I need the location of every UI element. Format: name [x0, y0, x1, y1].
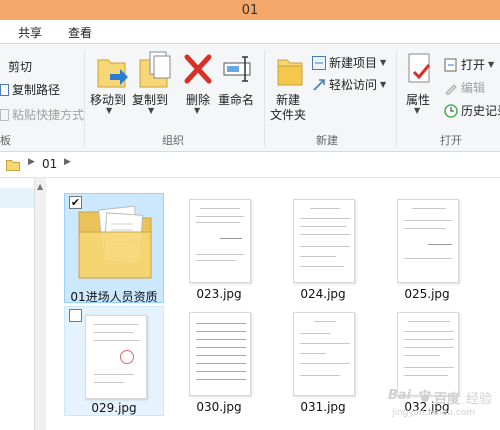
paste-shortcut-label: 粘贴快捷方式 — [12, 108, 85, 122]
properties-dropdown-icon: ▼ — [414, 106, 421, 115]
history-button[interactable]: 历史记录 — [444, 102, 500, 119]
new-group-label: 新建 — [316, 134, 338, 147]
image-thumbnail — [293, 312, 355, 396]
file-name: 024.jpg — [300, 287, 346, 301]
stamp-icon — [120, 350, 134, 364]
file-name: 029.jpg — [91, 401, 137, 415]
new-item-dropdown-icon: ▼ — [380, 58, 387, 67]
file-name: 025.jpg — [404, 287, 450, 301]
edit-button[interactable]: 编辑 — [444, 79, 485, 96]
copy-to-icon — [139, 51, 171, 88]
delete-icon — [184, 54, 212, 84]
file-name: 023.jpg — [196, 287, 242, 301]
ribbon-separator — [84, 50, 85, 146]
item-checkbox[interactable] — [69, 309, 82, 322]
paste-shortcut-button[interactable]: 粘贴快捷方式 — [0, 106, 84, 123]
file-name: 030.jpg — [196, 400, 242, 414]
breadcrumb-item[interactable]: 01 — [42, 157, 57, 171]
rename-icon — [223, 56, 251, 82]
image-item[interactable]: 025.jpg — [377, 193, 477, 303]
open-button[interactable]: 打开 ▼ — [444, 56, 494, 73]
nav-scrollbar[interactable]: ▲ — [34, 178, 46, 430]
title-bar: 01 — [0, 0, 500, 20]
history-icon — [444, 103, 458, 118]
new-folder-icon — [277, 59, 303, 86]
baidu-watermark: Bai 百度 经验 jingyan.baidu.com — [388, 388, 498, 428]
watermark-sub: 经验 — [466, 392, 493, 407]
window-title: 01 — [241, 2, 259, 18]
scroll-up-icon[interactable]: ▲ — [37, 182, 43, 191]
image-thumbnail — [397, 199, 459, 283]
image-item[interactable]: 030.jpg — [169, 306, 269, 416]
open-dropdown-icon: ▼ — [488, 60, 495, 69]
history-label: 历史记录 — [461, 104, 500, 118]
ribbon-tabs: 共享 查看 — [0, 20, 500, 44]
folder-item[interactable]: ✔ 01进场人员资质 — [64, 193, 164, 304]
watermark-url: jingyan.baidu.com — [392, 408, 476, 418]
new-folder-label-2: 文件夹 — [270, 108, 307, 122]
easy-access-dropdown-icon: ▼ — [380, 80, 387, 89]
image-item[interactable]: 023.jpg — [169, 193, 269, 303]
copy-path-icon — [0, 83, 9, 96]
copy-to-dropdown-icon: ▼ — [148, 106, 155, 115]
copy-path-button[interactable]: 复制路径 — [0, 81, 60, 98]
watermark-brand-cn: 百度 — [434, 392, 461, 407]
image-item[interactable]: 024.jpg — [273, 193, 373, 303]
image-thumbnail — [293, 199, 355, 283]
tab-view[interactable]: 查看 — [68, 24, 92, 41]
image-thumbnail — [189, 312, 251, 396]
properties-icon — [408, 53, 431, 83]
open-icon — [444, 58, 457, 71]
new-item-icon — [312, 55, 326, 70]
image-thumbnail — [189, 199, 251, 283]
ribbon-separator — [396, 50, 397, 146]
easy-access-button[interactable]: 轻松访问 ▼ — [312, 76, 386, 93]
image-thumbnail — [397, 312, 459, 396]
easy-access-label: 轻松访问 — [329, 78, 378, 92]
tab-share[interactable]: 共享 — [18, 24, 42, 41]
cut-button[interactable]: 剪切 — [8, 58, 32, 75]
watermark-brand: Bai — [388, 388, 412, 403]
nav-selected-item[interactable] — [0, 188, 34, 208]
copy-path-label: 复制路径 — [12, 83, 61, 97]
folder-icon — [78, 205, 152, 279]
move-to-icon — [97, 59, 128, 88]
open-label: 打开 — [461, 58, 486, 72]
image-item[interactable]: 029.jpg — [64, 306, 164, 416]
breadcrumb-chevron-icon[interactable]: ▶ — [64, 157, 71, 167]
rename-label: 重命名 — [218, 93, 255, 107]
file-name: 01进场人员资质 — [70, 290, 158, 304]
image-item[interactable]: 031.jpg — [273, 306, 373, 416]
paw-icon — [419, 389, 431, 402]
new-item-label: 新建项目 — [329, 56, 378, 70]
new-item-button[interactable]: 新建项目 ▼ — [312, 54, 386, 71]
organize-group-label: 组织 — [162, 134, 184, 147]
paste-shortcut-icon — [0, 108, 9, 121]
address-bar[interactable]: ▶ 01 ▶ — [0, 152, 500, 178]
open-group-label: 打开 — [440, 134, 462, 147]
folder-icon — [6, 160, 20, 171]
move-to-dropdown-icon: ▼ — [106, 106, 113, 115]
ribbon: 剪切 复制路径 粘贴快捷方式 板 移动到 ▼ 复制到 ▼ 删除 ▼ 重命名 组织… — [0, 44, 500, 152]
edit-label: 编辑 — [461, 81, 486, 95]
delete-dropdown-icon: ▼ — [194, 106, 201, 115]
file-name: 031.jpg — [300, 400, 346, 414]
breadcrumb-separator-icon: ▶ — [28, 157, 35, 167]
easy-access-icon — [313, 78, 325, 91]
ribbon-separator — [264, 50, 265, 146]
edit-icon — [445, 83, 457, 95]
image-thumbnail — [85, 315, 147, 399]
cut-label: 剪切 — [8, 60, 33, 74]
clipboard-group-label: 板 — [0, 134, 11, 147]
